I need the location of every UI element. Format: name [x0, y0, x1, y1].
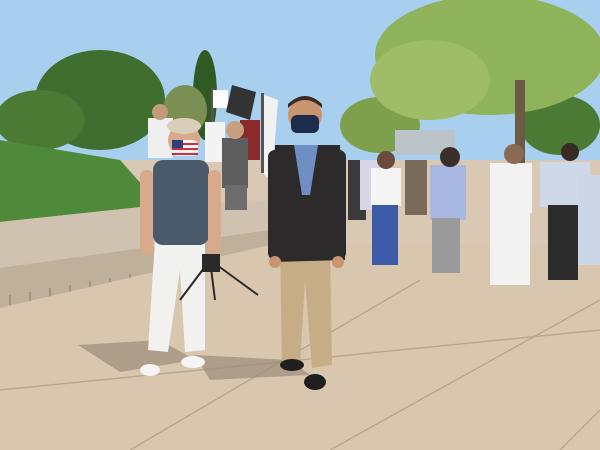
tree-large-right-2	[370, 40, 490, 120]
outdoor-rally-photo	[0, 0, 600, 450]
